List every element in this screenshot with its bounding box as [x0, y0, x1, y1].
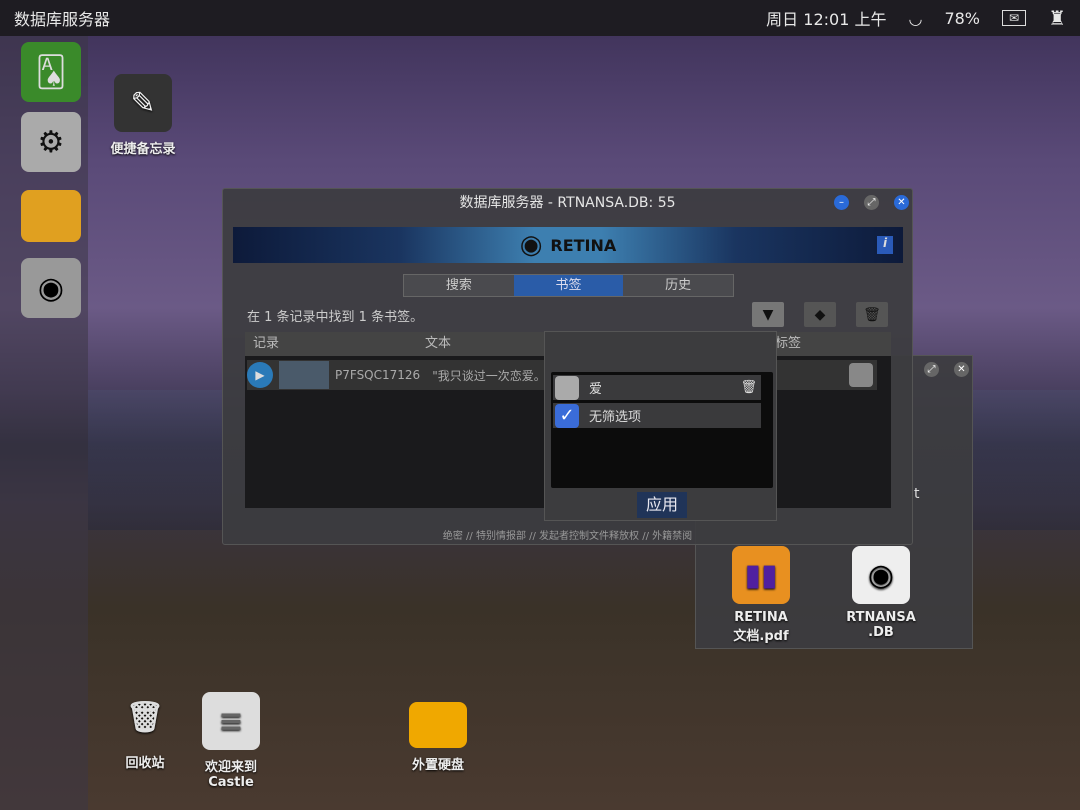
- trash-icon[interactable]: 🗑: [740, 380, 757, 395]
- partial-text: t: [914, 486, 920, 502]
- checkbox[interactable]: [555, 375, 579, 400]
- maximize-icon[interactable]: ⤢: [864, 195, 879, 210]
- notes-label: 便捷备忘录: [110, 142, 176, 157]
- filter-item-love[interactable]: 爱 🗑: [553, 375, 761, 400]
- top-bar: 数据库服务器 周日 12:01 上午 ◡ 78% ✉ ♜: [0, 0, 1080, 36]
- record-text: "我只谈过一次恋爱。: [432, 368, 546, 383]
- desktop-welcome[interactable]: ≡ 欢迎来到 Castle: [196, 692, 266, 790]
- file-label-2: .DB: [868, 625, 894, 640]
- filter-item-none[interactable]: ✓ 无筛选项: [553, 403, 761, 428]
- drive-label: 外置硬盘: [411, 758, 464, 773]
- welcome-label-2: Castle: [208, 775, 254, 790]
- column-tags[interactable]: 标签: [775, 332, 801, 356]
- clock[interactable]: 周日 12:01 上午: [766, 6, 886, 30]
- trash-icon: 🗑: [863, 306, 881, 323]
- play-icon[interactable]: ▶: [247, 362, 273, 388]
- notepad-icon: ✎: [114, 74, 172, 132]
- eye-file-icon: ◉: [852, 546, 910, 604]
- desktop-trash[interactable]: 🗑 回收站: [110, 688, 180, 772]
- file-label: RETINA: [734, 610, 788, 625]
- welcome-label: 欢迎来到: [204, 760, 257, 775]
- drive-icon: [409, 702, 467, 748]
- solitaire-icon[interactable]: 🂡: [21, 42, 81, 102]
- apply-button[interactable]: 应用: [637, 492, 687, 518]
- castle-icon[interactable]: ♜: [1048, 6, 1066, 30]
- eye-logo-icon: ◉: [519, 230, 543, 260]
- column-record[interactable]: 记录: [245, 332, 425, 356]
- retina-banner: ◉ RETINA i: [233, 227, 903, 263]
- filter-popup: 爱 🗑 ✓ 无筛选项 应用: [544, 331, 777, 521]
- brand-name: RETINA: [550, 235, 617, 255]
- app-title: 数据库服务器: [14, 10, 111, 29]
- row-checkbox[interactable]: [849, 363, 873, 387]
- drive-icon[interactable]: [21, 190, 81, 242]
- file-label: RTNANSA: [846, 610, 916, 625]
- record-id: P7FSQC17126: [335, 368, 421, 382]
- status-text: 在 1 条记录中找到 1 条书签。: [247, 310, 424, 325]
- delete-button[interactable]: 🗑: [856, 302, 888, 327]
- close-icon[interactable]: ✕: [954, 362, 969, 377]
- window-title: 数据库服务器 - RTNANSA.DB: 55: [459, 195, 676, 211]
- info-icon[interactable]: i: [877, 236, 893, 254]
- tab-bookmarks[interactable]: 书签: [513, 275, 624, 296]
- trash-label: 回收站: [125, 756, 165, 771]
- settings-gears-icon[interactable]: ⚙: [21, 112, 81, 172]
- retina-eye-icon[interactable]: ◉: [21, 258, 81, 318]
- document-icon: ≡: [202, 692, 260, 750]
- battery-percent: 78%: [944, 8, 980, 28]
- wifi-icon[interactable]: ◡: [908, 9, 922, 28]
- tab-search[interactable]: 搜索: [404, 275, 514, 296]
- filter-label: 爱: [589, 382, 603, 397]
- file-label-2: 文档.pdf: [733, 629, 789, 644]
- file-retina-pdf[interactable]: ▮▮ RETINA 文档.pdf: [718, 546, 804, 644]
- classification-footer: 绝密 // 特别情报部 // 发起者控制文件释放权 // 外籍禁阅: [442, 531, 693, 542]
- filter-list: 爱 🗑 ✓ 无筛选项: [551, 372, 773, 488]
- tab-history[interactable]: 历史: [623, 275, 733, 296]
- video-thumbnail: [279, 361, 329, 389]
- tab-bar: 搜索 书签 历史: [403, 274, 734, 297]
- dock: 🂡 ⚙ ◉: [0, 36, 88, 810]
- tag-icon: ◆: [814, 306, 826, 323]
- file-rtnansa-db[interactable]: ◉ RTNANSA .DB: [838, 546, 924, 640]
- chart-document-icon: ▮▮: [732, 546, 790, 604]
- minimize-icon[interactable]: –: [834, 195, 849, 210]
- desktop-external-drive[interactable]: 外置硬盘: [400, 702, 476, 773]
- filter-button[interactable]: ▼: [752, 302, 784, 327]
- close-icon[interactable]: ✕: [894, 195, 909, 210]
- trash-icon: 🗑: [125, 699, 165, 735]
- mail-icon[interactable]: ✉: [1002, 10, 1027, 26]
- tag-button[interactable]: ◆: [804, 302, 836, 327]
- filter-icon: ▼: [762, 306, 774, 323]
- checkbox-checked[interactable]: ✓: [555, 403, 579, 428]
- desktop-notes[interactable]: ✎ 便捷备忘录: [100, 74, 186, 157]
- filter-label: 无筛选项: [589, 410, 642, 425]
- maximize-icon[interactable]: ⤢: [924, 362, 939, 377]
